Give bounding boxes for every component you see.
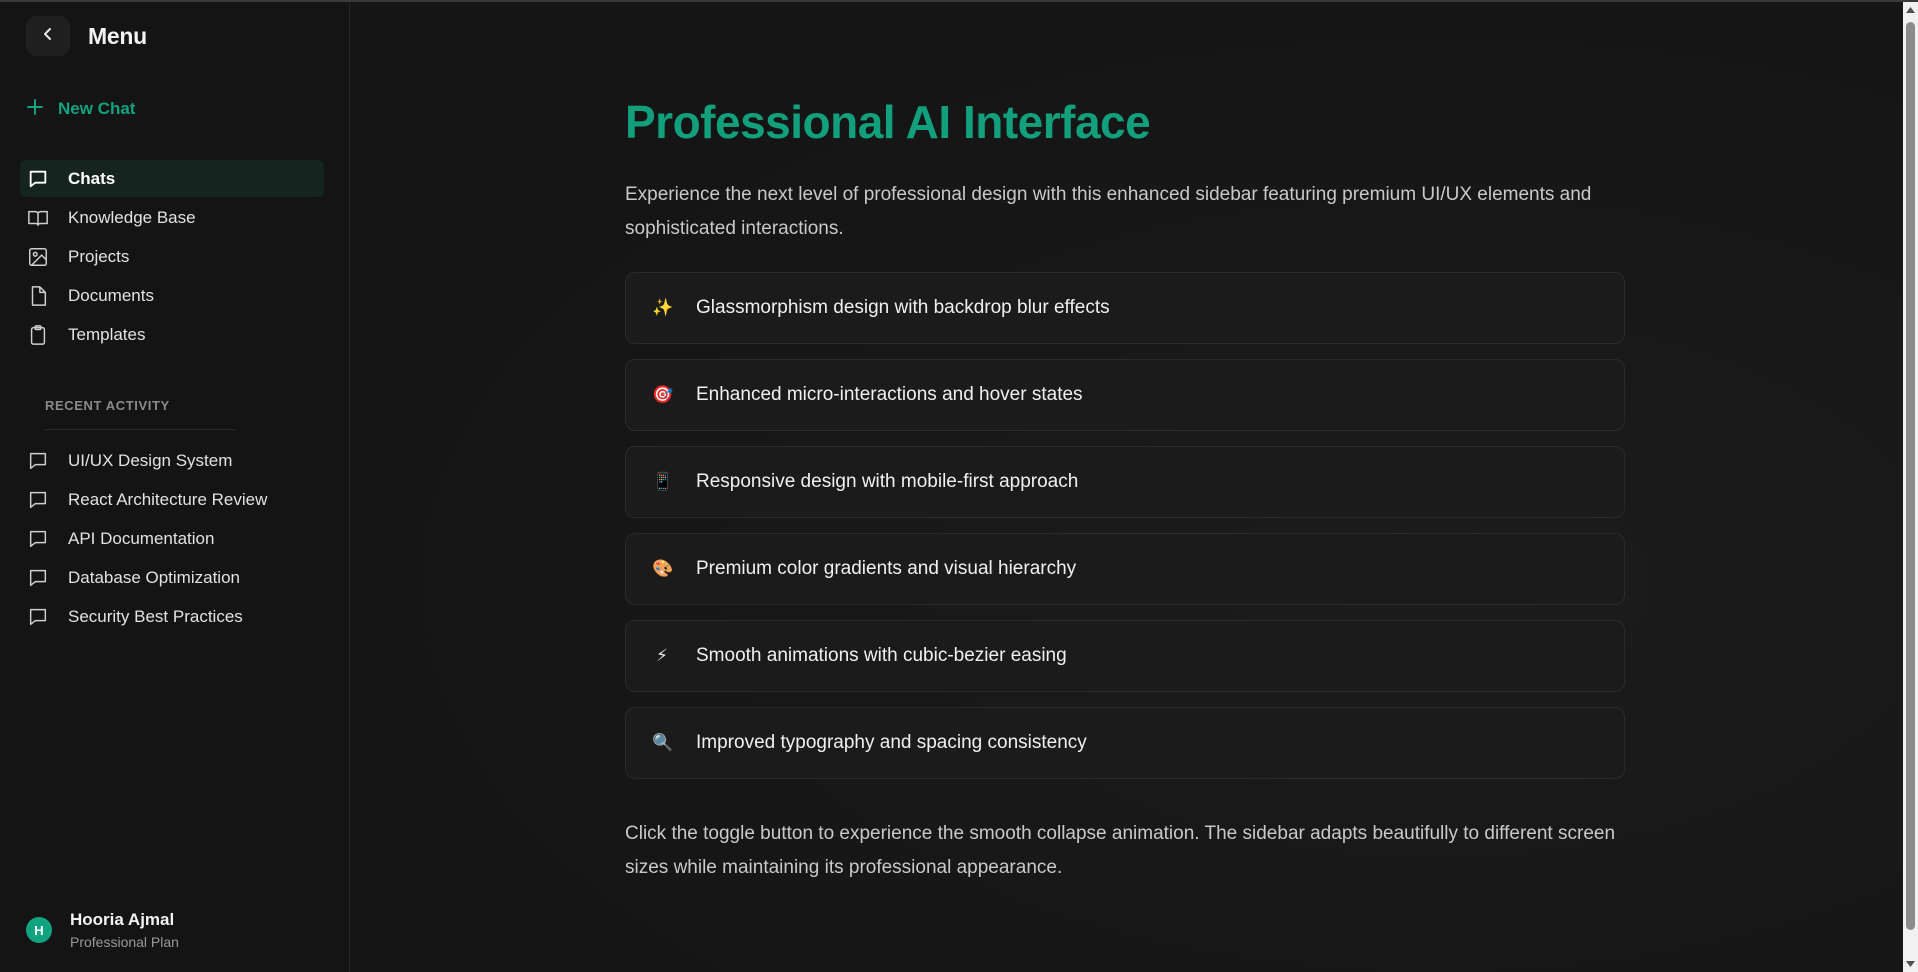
chat-icon [26,167,50,191]
recent-item[interactable]: React Architecture Review [20,481,324,518]
recent-item[interactable]: API Documentation [20,520,324,557]
plus-icon [26,98,44,121]
feature-list: ✨ Glassmorphism design with backdrop blu… [625,272,1625,779]
outro-paragraph: Click the toggle button to experience th… [625,823,1616,878]
user-info: Hooria Ajmal Professional Plan [70,910,179,950]
user-plan: Professional Plan [70,934,179,950]
book-icon [26,206,50,230]
sidebar-nav: Chats Knowledge Base Projects Documents … [20,160,324,355]
chat-icon [26,566,50,590]
sidebar-item-projects[interactable]: Projects [20,238,324,275]
sidebar-item-label: Templates [68,324,146,344]
recent-item-label: API Documentation [68,528,215,548]
mobile-icon: 📱 [652,472,674,491]
sidebar-title: Menu [88,22,147,49]
sidebar-header: Menu [26,16,147,56]
magnifier-icon: 🔍 [652,733,674,752]
user-profile[interactable]: H Hooria Ajmal Professional Plan [26,910,179,950]
feature-card: 📱 Responsive design with mobile-first ap… [625,446,1625,518]
document-icon [26,284,50,308]
recent-item[interactable]: Security Best Practices [20,598,324,635]
new-chat-button[interactable]: New Chat [26,96,135,122]
divider [45,429,235,430]
feature-card: ✨ Glassmorphism design with backdrop blu… [625,272,1625,344]
new-chat-label: New Chat [58,99,136,118]
lightning-icon: ⚡ [656,646,668,665]
content-column: Professional AI Interface Experience the… [625,94,1625,885]
vertical-scrollbar[interactable] [1903,2,1918,972]
feature-text: Glassmorphism design with backdrop blur … [696,297,1110,318]
sidebar-item-chats[interactable]: Chats [20,160,324,197]
sidebar-item-label: Knowledge Base [68,207,196,227]
scrollbar-thumb[interactable] [1906,22,1915,930]
chevron-left-icon [40,26,56,47]
recent-activity-list: UI/UX Design System React Architecture R… [20,442,324,637]
scroll-down-arrow-icon[interactable] [1903,956,1918,972]
recent-activity-heading: RECENT ACTIVITY [45,398,170,413]
chat-icon [26,527,50,551]
main-content: Professional AI Interface Experience the… [351,2,1903,972]
feature-card: 🔍 Improved typography and spacing consis… [625,707,1625,779]
page-title: Professional AI Interface [625,96,1151,148]
chat-icon [26,488,50,512]
sidebar-item-label: Projects [68,246,130,266]
recent-item-label: Security Best Practices [68,606,243,626]
recent-item[interactable]: Database Optimization [20,559,324,596]
recent-item[interactable]: UI/UX Design System [20,442,324,479]
sidebar-item-knowledge-base[interactable]: Knowledge Base [20,199,324,236]
sidebar-item-templates[interactable]: Templates [20,316,324,353]
chat-icon [26,605,50,629]
collapse-sidebar-button[interactable] [26,16,70,56]
scroll-up-arrow-icon[interactable] [1903,2,1918,18]
user-name: Hooria Ajmal [70,910,175,929]
sidebar-item-documents[interactable]: Documents [20,277,324,314]
recent-item-label: React Architecture Review [68,489,268,509]
feature-text: Premium color gradients and visual hiera… [696,558,1077,579]
sidebar: Menu New Chat Chats Knowledge Base Proje… [0,2,350,972]
recent-item-label: UI/UX Design System [68,450,233,470]
palette-icon: 🎨 [652,559,674,578]
feature-text: Enhanced micro-interactions and hover st… [696,384,1083,405]
feature-text: Responsive design with mobile-first appr… [696,471,1079,492]
clipboard-icon [26,323,50,347]
feature-text: Improved typography and spacing consiste… [696,732,1087,753]
chat-icon [26,449,50,473]
intro-paragraph: Experience the next level of professiona… [625,184,1592,239]
sidebar-item-label: Documents [68,285,154,305]
sidebar-item-label: Chats [68,168,116,188]
image-icon [26,245,50,269]
avatar: H [26,917,52,943]
target-icon: 🎯 [652,385,674,404]
feature-card: 🎨 Premium color gradients and visual hie… [625,533,1625,605]
feature-text: Smooth animations with cubic-bezier easi… [696,645,1067,666]
feature-card: 🎯 Enhanced micro-interactions and hover … [625,359,1625,431]
sparkles-icon: ✨ [652,298,674,317]
recent-item-label: Database Optimization [68,567,240,587]
feature-card: ⚡ Smooth animations with cubic-bezier ea… [625,620,1625,692]
